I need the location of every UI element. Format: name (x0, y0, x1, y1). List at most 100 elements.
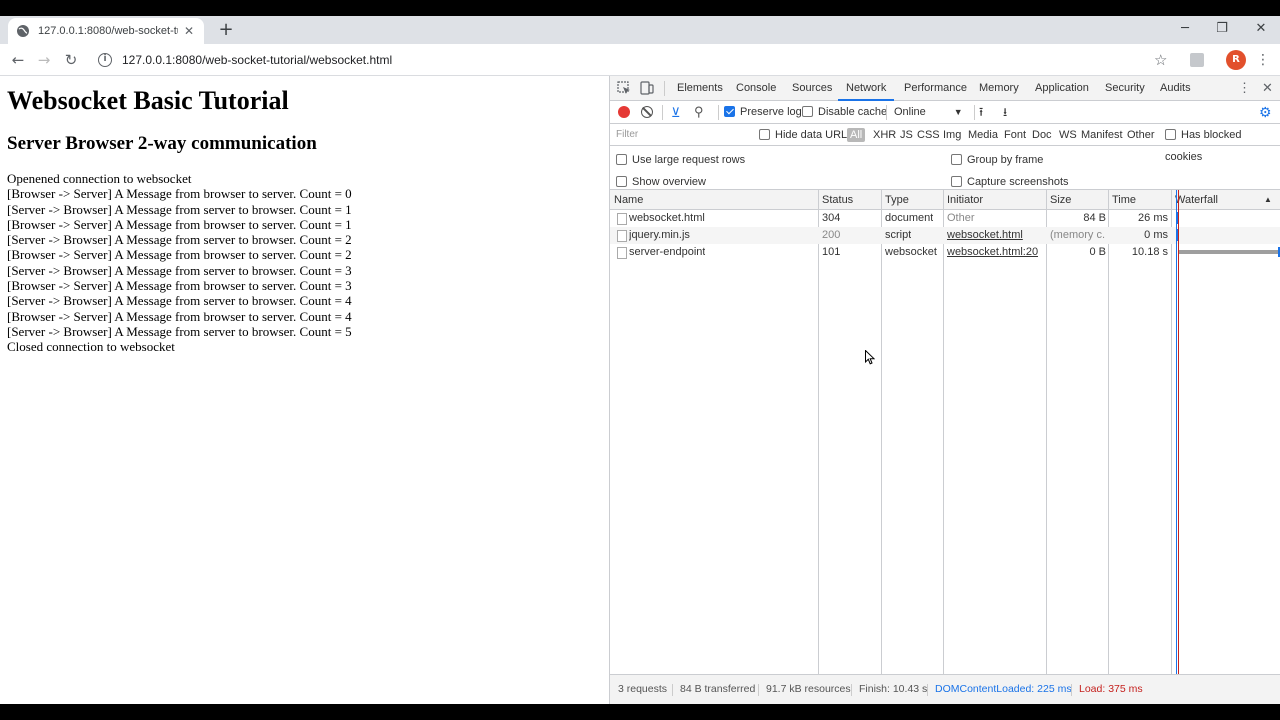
capture-screenshots-checkbox[interactable]: Capture screenshots (951, 175, 1069, 189)
new-tab-button[interactable]: + (216, 20, 236, 40)
preserve-log-checkbox[interactable]: Preserve log (724, 101, 802, 124)
checkbox[interactable] (951, 176, 962, 187)
filter-type-css[interactable]: CSS (917, 124, 940, 146)
tab-elements[interactable]: Elements (677, 76, 723, 101)
column-name[interactable]: Name (614, 190, 643, 210)
table-row[interactable]: jquery.min.js 200 script websocket.html … (610, 227, 1280, 244)
info-icon[interactable]: i (98, 53, 112, 67)
tab-network[interactable]: Network (838, 76, 895, 101)
request-name[interactable]: server-endpoint (629, 244, 705, 261)
close-tab-icon[interactable]: ✕ (182, 24, 196, 38)
chevron-down-icon: ▼ (953, 107, 963, 117)
tab-application[interactable]: Application (1035, 76, 1089, 101)
minimize-button[interactable]: ─ (1166, 16, 1204, 44)
checkbox-checked[interactable] (724, 106, 735, 117)
large-rows-checkbox[interactable]: Use large request rows (616, 153, 745, 167)
checkbox[interactable] (802, 106, 813, 117)
export-har-icon[interactable]: ⭳ (1003, 101, 1007, 124)
record-icon[interactable] (618, 106, 630, 118)
request-initiator: Other (947, 212, 975, 224)
filter-type-all[interactable]: All (847, 128, 866, 142)
column-divider (1108, 190, 1109, 674)
filter-type-xhr[interactable]: XHR (873, 124, 896, 146)
column-type[interactable]: Type (885, 190, 909, 210)
filter-icon[interactable]: ⊻ (671, 105, 681, 121)
filter-type-other[interactable]: Other (1127, 124, 1155, 146)
checkbox[interactable] (616, 154, 627, 165)
request-initiator-link[interactable]: websocket.html (947, 227, 1023, 244)
gear-icon[interactable]: ⚙ (1259, 104, 1272, 121)
group-by-frame-label: Group by frame (967, 154, 1044, 166)
log-line: [Browser -> Server] A Message from brows… (7, 247, 352, 263)
filter-type-img[interactable]: Img (943, 124, 961, 146)
checkbox[interactable] (951, 154, 962, 165)
tab-console[interactable]: Console (736, 76, 776, 101)
table-row[interactable]: server-endpoint 101 websocket websocket.… (610, 244, 1280, 261)
tab-title: 127.0.0.1:8080/web-socket-tutorial/webso… (38, 25, 178, 37)
request-type: websocket (885, 246, 937, 258)
finish-time: Finish: 10.43 s (859, 683, 928, 695)
browser-tab[interactable]: 127.0.0.1:8080/web-socket-tutorial/webso… (8, 18, 204, 44)
mouse-cursor-icon (865, 350, 875, 365)
devtools-menu-icon[interactable]: ⋮ (1238, 76, 1251, 100)
load-marker (1178, 190, 1179, 674)
network-settings: Use large request rows Group by frame Sh… (610, 146, 1280, 190)
import-har-icon[interactable]: ⭱ (979, 101, 983, 124)
throttle-select[interactable]: Online ▼ (894, 101, 963, 124)
forward-button[interactable]: → (32, 48, 56, 72)
disable-cache-checkbox[interactable]: Disable cache (802, 101, 887, 124)
page-content: Websocket Basic Tutorial Server Browser … (0, 76, 609, 704)
checkbox[interactable] (616, 176, 627, 187)
filter-type-ws[interactable]: WS (1059, 124, 1077, 146)
restore-button[interactable]: ❐ (1203, 16, 1241, 44)
clear-icon[interactable] (641, 106, 653, 118)
column-initiator[interactable]: Initiator (947, 190, 983, 210)
extension-icon[interactable] (1190, 53, 1204, 67)
request-type: script (885, 229, 912, 241)
throttle-value: Online (894, 106, 926, 118)
device-toolbar-icon[interactable] (640, 81, 654, 95)
filter-input[interactable]: Filter (614, 127, 750, 143)
request-name[interactable]: websocket.html (629, 210, 705, 227)
table-row[interactable]: websocket.html 304 document Other 84 B 2… (610, 210, 1280, 227)
page-subtitle: Server Browser 2-way communication (7, 133, 317, 154)
filter-type-js[interactable]: JS (900, 124, 913, 146)
search-icon[interactable]: ⚲ (694, 104, 704, 120)
tab-memory[interactable]: Memory (979, 76, 1019, 101)
browser-toolbar: ← → ↻ i 127.0.0.1:8080/web-socket-tutori… (0, 44, 1280, 76)
page-title: Websocket Basic Tutorial (7, 86, 289, 115)
document-icon (617, 213, 627, 225)
address-bar[interactable]: i 127.0.0.1:8080/web-socket-tutorial/web… (94, 48, 1180, 72)
reload-button[interactable]: ↻ (59, 48, 83, 72)
profile-avatar[interactable]: R (1226, 50, 1246, 70)
bookmark-star-icon[interactable]: ☆ (1154, 48, 1167, 72)
divider (851, 684, 852, 696)
close-window-button[interactable]: ✕ (1242, 16, 1280, 44)
globe-icon (17, 25, 29, 37)
checkbox[interactable] (1165, 129, 1176, 140)
checkbox[interactable] (759, 129, 770, 140)
hide-data-urls-checkbox[interactable]: Hide data URLs (759, 124, 853, 146)
filter-type-manifest[interactable]: Manifest (1081, 124, 1123, 146)
filter-type-media[interactable]: Media (968, 124, 998, 146)
column-waterfall[interactable]: Waterfall (1175, 190, 1218, 210)
show-overview-checkbox[interactable]: Show overview (616, 175, 706, 189)
transferred-size: 84 B transferred (680, 683, 756, 695)
menu-icon[interactable]: ⋮ (1256, 48, 1270, 72)
tab-performance[interactable]: Performance (904, 76, 967, 101)
request-initiator-link[interactable]: websocket.html:20 (947, 244, 1038, 261)
tab-audits[interactable]: Audits (1160, 76, 1191, 101)
column-status[interactable]: Status (822, 190, 853, 210)
column-time[interactable]: Time (1112, 190, 1136, 210)
group-by-frame-checkbox[interactable]: Group by frame (951, 153, 1043, 167)
request-name[interactable]: jquery.min.js (629, 227, 690, 244)
tab-security[interactable]: Security (1105, 76, 1145, 101)
divider (758, 684, 759, 696)
filter-type-doc[interactable]: Doc (1032, 124, 1052, 146)
close-devtools-icon[interactable]: ✕ (1262, 76, 1273, 100)
inspect-element-icon[interactable] (617, 81, 631, 95)
tab-sources[interactable]: Sources (792, 76, 832, 101)
column-size[interactable]: Size (1050, 190, 1071, 210)
back-button[interactable]: ← (6, 48, 30, 72)
filter-type-font[interactable]: Font (1004, 124, 1026, 146)
